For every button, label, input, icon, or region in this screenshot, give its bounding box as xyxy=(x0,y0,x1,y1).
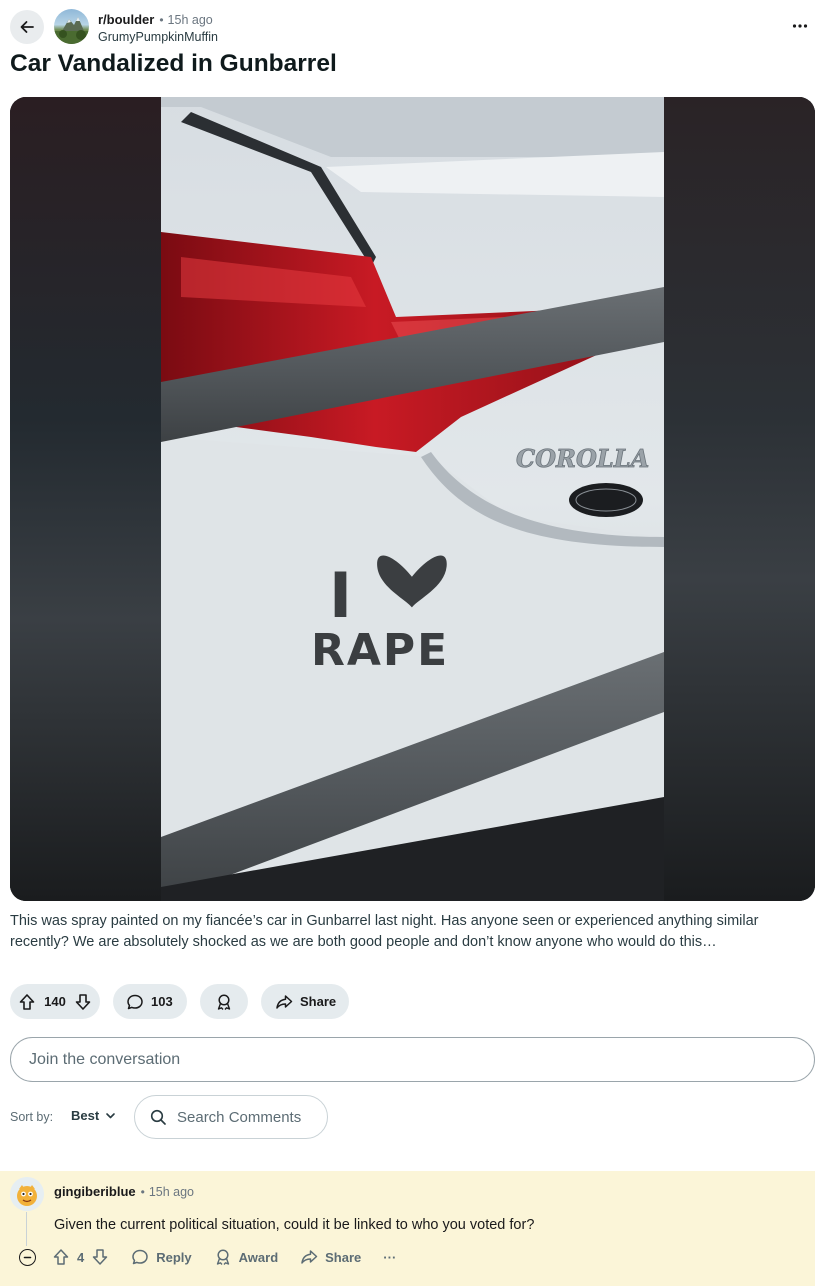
comment-item: gingiberiblue • 15h ago Given the curren… xyxy=(0,1171,815,1286)
media-backdrop-left xyxy=(10,97,161,901)
comment-share-label: Share xyxy=(325,1249,362,1265)
graffiti-word: RAPE xyxy=(311,625,449,676)
sort-value: Best xyxy=(71,1108,100,1123)
downvote-icon[interactable] xyxy=(91,1248,109,1266)
comment-age: 15h ago xyxy=(148,1184,195,1199)
comment-bubble-icon xyxy=(126,993,144,1011)
post-age: 15h ago xyxy=(167,12,213,27)
comment-author[interactable]: gingiberiblue xyxy=(54,1184,136,1199)
reply-label: Reply xyxy=(156,1249,192,1265)
share-arrow-icon xyxy=(275,993,293,1011)
post-author[interactable]: GrumyPumpkinMuffin xyxy=(98,30,218,44)
comment-share-button[interactable]: Share xyxy=(300,1248,361,1266)
comment-body: Given the current political situation, c… xyxy=(54,1217,535,1233)
subreddit-line: r/boulder • 15h ago xyxy=(98,12,213,27)
minus-icon xyxy=(23,1253,32,1262)
search-comments-input[interactable]: Search Comments xyxy=(134,1095,328,1139)
vote-control: 140 xyxy=(10,984,100,1019)
post-body: This was spray painted on my fiancée’s c… xyxy=(10,913,759,950)
upvote-count: 140 xyxy=(44,994,66,1009)
join-conversation-input[interactable]: Join the conversation xyxy=(10,1037,815,1082)
thread-line[interactable] xyxy=(26,1212,27,1246)
search-icon xyxy=(150,1109,167,1126)
sort-label: Sort by: xyxy=(10,1110,54,1124)
commenter-avatar[interactable] xyxy=(10,1177,44,1211)
post-media[interactable]: COROLLA I RAPE xyxy=(10,97,815,901)
media-backdrop-right xyxy=(663,97,815,901)
comment-vote-control: 4 xyxy=(52,1248,109,1266)
corolla-badge: COROLLA xyxy=(516,444,649,473)
comment-meta: gingiberiblue • 15h ago xyxy=(54,1184,194,1199)
chevron-down-icon xyxy=(105,1110,116,1121)
back-button[interactable] xyxy=(10,10,44,44)
comment-count: 103 xyxy=(151,994,173,1009)
subreddit-avatar[interactable] xyxy=(54,9,89,44)
collapse-thread-button[interactable] xyxy=(19,1249,36,1266)
more-horizontal-icon: ··· xyxy=(383,1249,397,1265)
sort-dropdown[interactable]: Best xyxy=(71,1108,116,1123)
upvote-icon[interactable] xyxy=(52,1248,70,1266)
award-label: Award xyxy=(238,1249,279,1265)
downvote-icon[interactable] xyxy=(74,993,92,1011)
more-options-button[interactable] xyxy=(788,14,812,38)
upvote-icon[interactable] xyxy=(18,993,36,1011)
award-icon xyxy=(214,1248,232,1266)
award-icon xyxy=(215,993,233,1011)
comment-vote-count: 4 xyxy=(77,1249,85,1265)
award-button[interactable] xyxy=(200,984,248,1019)
subreddit-name[interactable]: r/boulder xyxy=(98,12,154,27)
arrow-left-icon xyxy=(18,18,36,36)
comment-more-button[interactable]: ··· xyxy=(383,1250,396,1265)
share-arrow-icon xyxy=(300,1248,318,1266)
post-image: COROLLA I RAPE xyxy=(161,97,664,901)
comments-button[interactable]: 103 xyxy=(113,984,187,1019)
comment-actions: 4 Reply Award Share ··· xyxy=(52,1248,418,1266)
comment-bubble-icon xyxy=(131,1248,149,1266)
comment-award-button[interactable]: Award xyxy=(214,1248,279,1266)
separator-dot: • xyxy=(159,12,164,27)
separator-dot: • xyxy=(140,1184,145,1199)
post-title: Car Vandalized in Gunbarrel xyxy=(10,50,337,77)
search-comments-placeholder: Search Comments xyxy=(177,1108,302,1126)
more-horizontal-icon xyxy=(792,23,808,29)
share-button[interactable]: Share xyxy=(261,984,349,1019)
reply-button[interactable]: Reply xyxy=(131,1248,192,1266)
graffiti-i: I xyxy=(329,559,352,632)
join-conversation-placeholder: Join the conversation xyxy=(29,1050,181,1068)
share-label: Share xyxy=(300,994,337,1009)
